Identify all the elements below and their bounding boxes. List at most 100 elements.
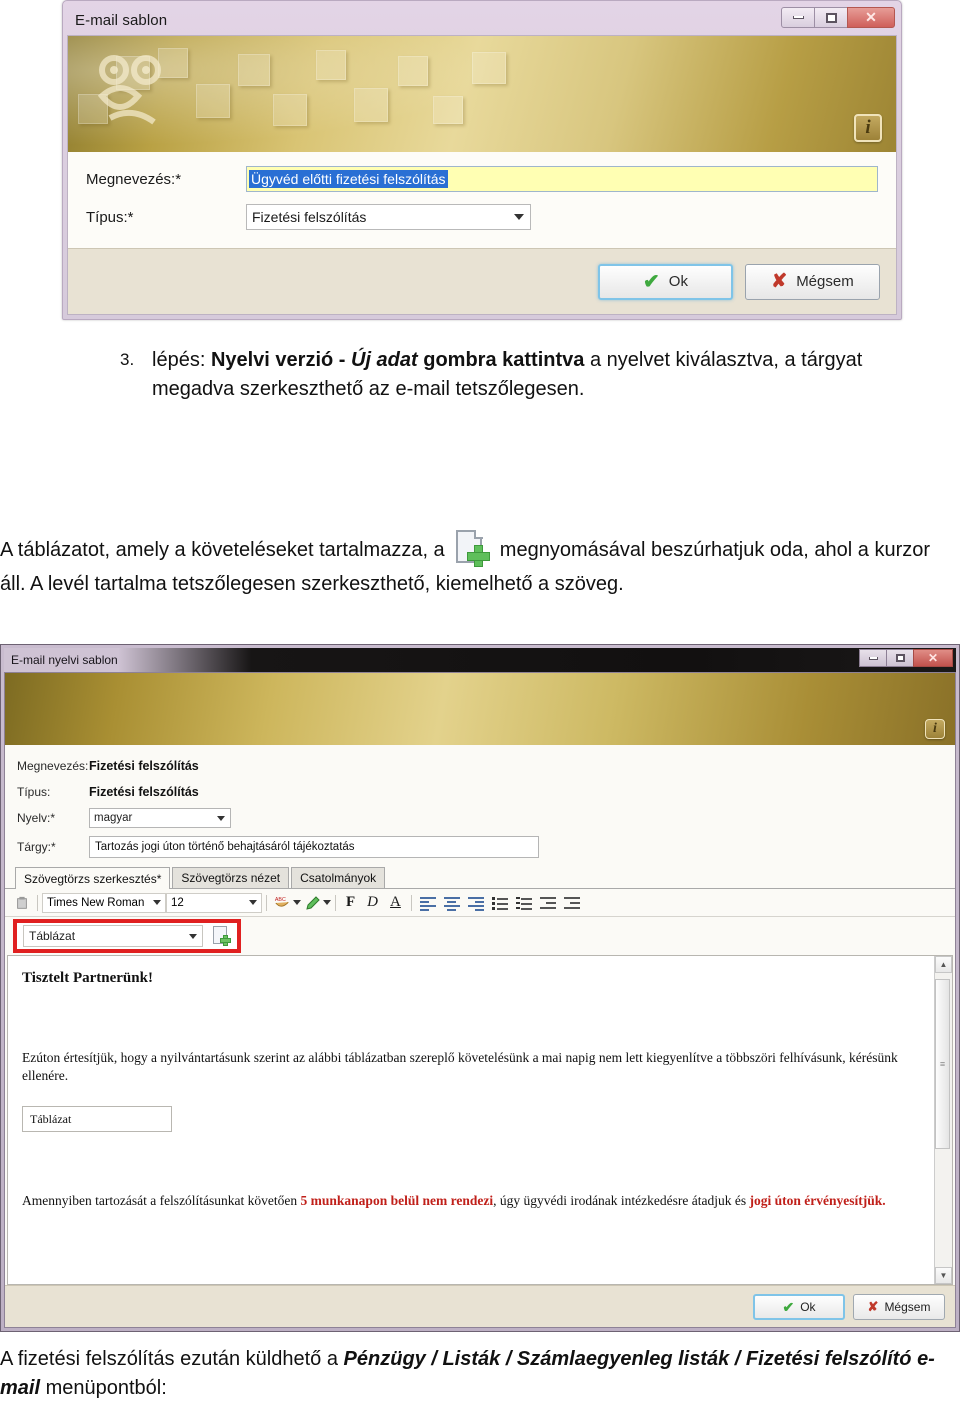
scrollbar-thumb[interactable]: ≡ xyxy=(935,979,950,1149)
banner-tiles xyxy=(5,673,955,745)
dialog-button-bar: ✔ Ok ✘ Mégsem xyxy=(68,248,896,314)
toolbar-separator xyxy=(37,894,38,911)
nyelv-select[interactable]: magyar xyxy=(89,808,231,828)
svg-text:ABC: ABC xyxy=(275,897,286,903)
toolbar-separator xyxy=(410,894,412,911)
owl-logo-icon xyxy=(97,55,161,125)
scrollbar-track[interactable]: ≡ xyxy=(935,973,952,1267)
x-icon: ✘ xyxy=(867,1299,879,1314)
scroll-down-icon[interactable]: ▼ xyxy=(935,1267,952,1284)
align-right-icon[interactable] xyxy=(466,895,486,911)
dialog2-window-frame: E-mail nyelvi sablon ✕ i Megnevezés: Fiz… xyxy=(0,644,960,1332)
targy-input[interactable]: Tartozás jogi úton történő behajtásáról … xyxy=(89,836,539,858)
info-icon[interactable]: i xyxy=(925,719,945,739)
tipus-label: Típus:* xyxy=(86,208,134,226)
dialog2-button-bar: ✔ Ok ✘ Mégsem xyxy=(5,1285,955,1327)
highlighter-pen-icon[interactable] xyxy=(301,892,323,914)
underline-button[interactable]: A xyxy=(384,894,407,911)
abc-spellcheck-icon[interactable]: ABC xyxy=(271,892,293,914)
chevron-down-icon[interactable] xyxy=(323,900,331,905)
indent-decrease-icon[interactable] xyxy=(538,895,558,911)
editor-greeting: Tisztelt Partnerünk! xyxy=(22,970,153,986)
font-size-select[interactable]: 12 xyxy=(166,892,262,913)
p2-red-2: jogi úton érvényesítjük. xyxy=(749,1193,886,1209)
targy-label: Tárgy:* xyxy=(17,840,56,854)
editor-vertical-scrollbar[interactable]: ▲ ≡ ▼ xyxy=(934,956,952,1284)
step-3-text: lépés: Nyelvi verzió - Új adat gombra ka… xyxy=(152,346,880,404)
tab-label: Csatolmányok xyxy=(300,871,377,885)
megnevezes-label: Megnevezés: xyxy=(17,759,89,773)
minimize-button[interactable] xyxy=(781,7,815,28)
step-prefix: lépés: xyxy=(152,349,211,371)
email-body-editor[interactable]: Tisztelt Partnerünk! Ezúton értesítjük, … xyxy=(7,955,953,1285)
formatting-toolbar: Times New Roman 12 ABC F D A xyxy=(5,889,955,917)
table-style-value: Táblázat xyxy=(29,929,76,943)
font-family-value: Times New Roman xyxy=(47,896,145,909)
check-icon: ✔ xyxy=(643,270,660,293)
field-row-nyelv: Nyelv:* magyar xyxy=(5,805,955,831)
minimize-icon xyxy=(868,656,878,660)
dialog-body: i Megnevezés:* Ügyvéd előtti fizetési fe… xyxy=(67,35,897,315)
title-bar[interactable]: E-mail sablon ✕ xyxy=(67,5,897,35)
scroll-up-icon[interactable]: ▲ xyxy=(935,956,952,973)
dialog2-minimize-button[interactable] xyxy=(859,649,887,667)
close-icon: ✕ xyxy=(927,651,939,665)
chevron-down-icon xyxy=(514,214,524,220)
p2-mid: , úgy ügyvédi irodának intézkedésre átad… xyxy=(493,1193,750,1209)
align-left-icon[interactable] xyxy=(418,895,438,911)
close-icon: ✕ xyxy=(865,9,877,25)
closing-paragraph: A fizetési felszólítás ezután küldhető a… xyxy=(0,1345,955,1403)
dialog2-maximize-button[interactable] xyxy=(886,649,914,667)
align-center-icon[interactable] xyxy=(442,895,462,911)
editor-tabs: Szövegtörzs szerkesztés* Szövegtörzs néz… xyxy=(5,867,955,889)
bold-button[interactable]: F xyxy=(340,894,361,911)
step-bold-italic: Új adat xyxy=(351,349,418,371)
nyelv-label: Nyelv:* xyxy=(17,811,56,825)
megnevezes-value: Fizetési felszólítás xyxy=(89,759,199,773)
dialog2-form: Megnevezés: Fizetési felszólítás Típus: … xyxy=(5,745,955,867)
chevron-down-icon xyxy=(249,900,257,905)
cancel-button[interactable]: ✘ Mégsem xyxy=(745,263,880,300)
tab-szovegtorzs-szerkesztes[interactable]: Szövegtörzs szerkesztés* xyxy=(15,867,171,889)
ok-button[interactable]: ✔ Ok xyxy=(598,263,733,300)
ok-button[interactable]: ✔ Ok xyxy=(753,1293,845,1320)
table-placeholder-label: Táblázat xyxy=(30,1111,72,1126)
insert-table-icon[interactable] xyxy=(211,926,231,947)
numbered-list-icon[interactable] xyxy=(514,895,534,911)
chevron-down-icon[interactable] xyxy=(293,900,301,905)
field-row-megnevezes: Megnevezés:* Ügyvéd előtti fizetési fels… xyxy=(86,166,878,192)
cancel-button[interactable]: ✘ Mégsem xyxy=(853,1293,945,1320)
close-button[interactable]: ✕ xyxy=(847,7,895,28)
step-bold-2: gombra kattintva xyxy=(417,349,585,371)
dialog2-title-bar[interactable]: E-mail nyelvi sablon ✕ xyxy=(4,648,956,672)
ok-button-label: Ok xyxy=(668,273,688,290)
dialog2-title: E-mail nyelvi sablon xyxy=(11,653,118,667)
indent-increase-icon[interactable] xyxy=(562,895,582,911)
dialog-window-frame: E-mail sablon ✕ i Megnevezés:* Ügyvéd el… xyxy=(62,0,902,320)
field-row-tipus: Típus:* Fizetési felszólítás xyxy=(86,204,878,230)
tipus-value: Fizetési felszólítás xyxy=(89,785,199,799)
tab-csatolmanyok[interactable]: Csatolmányok xyxy=(291,867,386,888)
table-style-select[interactable]: Táblázat xyxy=(23,925,203,947)
field-row-megnevezes: Megnevezés: Fizetési felszólítás xyxy=(5,753,955,779)
x-icon: ✘ xyxy=(771,271,788,292)
tipus-select[interactable]: Fizetési felszólítás xyxy=(246,204,531,230)
maximize-button[interactable] xyxy=(814,7,848,28)
toolbar-separator xyxy=(335,894,336,911)
chevron-down-icon xyxy=(189,933,197,939)
window-controls: ✕ xyxy=(781,7,895,28)
info-icon[interactable]: i xyxy=(854,114,882,142)
editor-content[interactable]: Tisztelt Partnerünk! Ezúton értesítjük, … xyxy=(8,956,934,1284)
megnevezes-input[interactable]: Ügyvéd előtti fizetési felszólítás xyxy=(246,166,878,192)
dialog-title: E-mail sablon xyxy=(75,11,168,29)
bullet-list-icon[interactable] xyxy=(490,895,510,911)
maximize-icon xyxy=(895,654,905,662)
para3-part1: A fizetési felszólítás ezután küldhető a xyxy=(0,1348,344,1370)
para3-part2: menüpontból: xyxy=(40,1377,167,1399)
italic-button[interactable]: D xyxy=(361,894,384,911)
font-family-select[interactable]: Times New Roman xyxy=(42,892,166,913)
dialog2-close-button[interactable]: ✕ xyxy=(913,649,953,667)
tab-szovegtorzs-nezet[interactable]: Szövegtörzs nézet xyxy=(172,867,290,888)
editor-table-placeholder[interactable]: Táblázat xyxy=(22,1106,172,1133)
paste-icon[interactable] xyxy=(11,892,33,914)
